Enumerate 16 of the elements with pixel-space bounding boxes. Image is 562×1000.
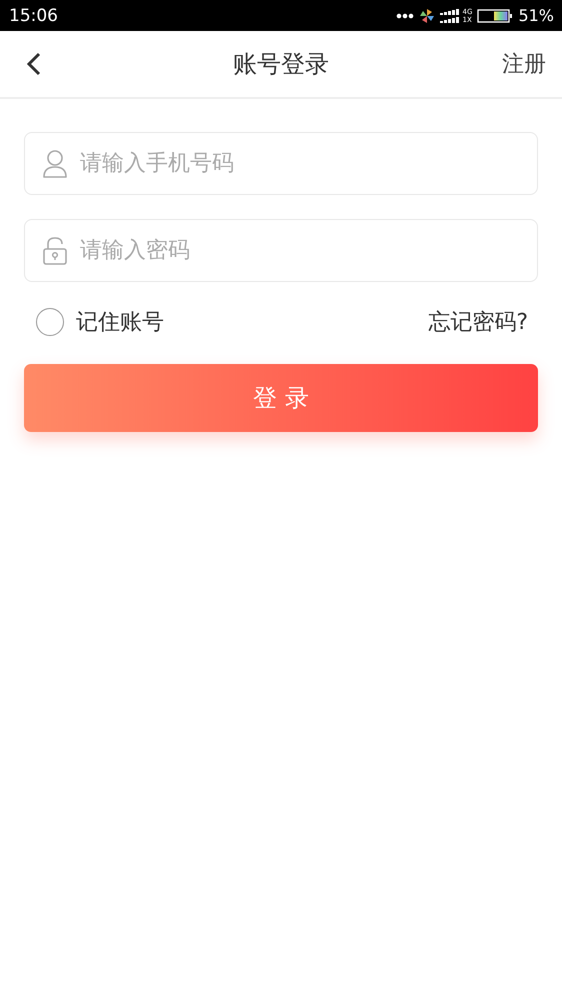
password-field[interactable]: 请输入密码 [24,219,538,282]
register-link[interactable]: 注册 [502,49,546,79]
back-icon[interactable] [26,52,42,76]
phone-field[interactable]: 请输入手机号码 [24,132,538,195]
remember-checkbox[interactable] [36,308,64,336]
pinwheel-icon [418,8,435,24]
signal-icon [440,8,460,24]
user-icon [42,149,68,179]
battery-icon [477,8,514,24]
more-dots-icon [396,12,414,18]
lock-icon [42,236,68,266]
remember-label: 记住账号 [76,309,164,337]
status-time: 15:06 [9,6,58,26]
forgot-password-link[interactable]: 忘记密码? [428,307,528,337]
page-title: 账号登录 [233,49,329,80]
battery-percent: 51% [518,6,554,25]
